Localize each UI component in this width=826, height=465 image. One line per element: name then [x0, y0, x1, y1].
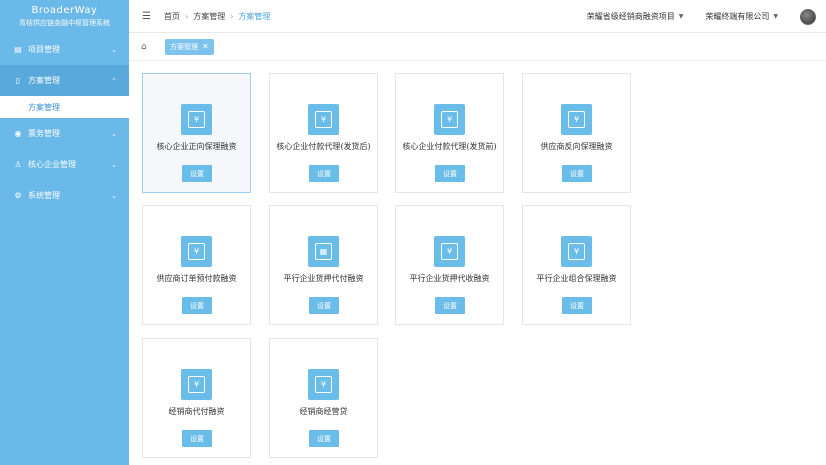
company-dropdown[interactable]: 荣耀终端有限公司 ▼: [705, 11, 778, 22]
company-dropdown-label: 荣耀终端有限公司: [705, 12, 770, 21]
sidebar-item-label: 核心企业管理: [28, 160, 76, 169]
sidebar-item-system[interactable]: ⚙ 系统管理 ⌄: [0, 180, 129, 211]
document-icon: ▯: [15, 76, 21, 85]
plan-card[interactable]: ¥ 平行企业组合保理融资 设置: [522, 205, 631, 325]
plan-card-title: 平行企业货押代付融资: [283, 274, 364, 283]
topbar-right: 荣耀省级经销商融资项目 ▼ 荣耀终端有限公司 ▼: [587, 0, 816, 33]
plan-card-title: 供应商订单预付款融资: [156, 274, 237, 283]
plan-card[interactable]: ¥ 核心企业正向保理融资 设置: [142, 73, 251, 193]
plan-card[interactable]: ¥ 核心企业付款代理(发货前) 设置: [395, 73, 504, 193]
settings-button[interactable]: 设置: [562, 297, 592, 314]
plan-card[interactable]: ▦ 平行企业货押代付融资 设置: [269, 205, 378, 325]
breadcrumb-separator: ›: [230, 11, 234, 21]
sidebar-subitem-plan[interactable]: 方案管理: [0, 96, 129, 118]
settings-button[interactable]: 设置: [182, 165, 212, 182]
sidebar-subitem-label: 方案管理: [28, 102, 60, 112]
settings-button[interactable]: 设置: [309, 430, 339, 447]
plan-card[interactable]: ¥ 经销商经营贷 设置: [269, 338, 378, 458]
sidebar-item-label: 系统管理: [28, 191, 60, 200]
settings-button[interactable]: 设置: [562, 165, 592, 182]
building-icon: ▦: [308, 236, 339, 267]
plan-card-title: 核心企业付款代理(发货后): [276, 142, 371, 151]
breadcrumb-current: 方案管理: [238, 11, 271, 21]
caret-down-icon: ▼: [773, 13, 778, 20]
sidebar-item-plan[interactable]: ▯ 方案管理 ⌃: [0, 65, 129, 96]
yuan-icon: ¥: [561, 104, 592, 135]
sidebar-item-label: 方案管理: [28, 76, 60, 85]
yuan-icon: ¥: [308, 104, 339, 135]
breadcrumb-separator: ›: [185, 11, 189, 21]
yuan-icon: ¥: [308, 369, 339, 400]
yuan-icon: ¥: [561, 236, 592, 267]
yuan-icon: ¥: [181, 104, 212, 135]
plan-card[interactable]: ¥ 供应商反向保理融资 设置: [522, 73, 631, 193]
yuan-icon: ¥: [434, 104, 465, 135]
plan-card[interactable]: ¥ 核心企业付款代理(发货后) 设置: [269, 73, 378, 193]
chevron-down-icon: ⌄: [111, 191, 117, 200]
users-icon: ♙: [14, 160, 22, 169]
plan-card[interactable]: ¥ 供应商订单预付款融资 设置: [142, 205, 251, 325]
settings-button[interactable]: 设置: [435, 165, 465, 182]
yuan-icon: ¥: [181, 236, 212, 267]
plan-card-title: 平行企业货押代收融资: [409, 274, 490, 283]
close-icon[interactable]: ✕: [202, 42, 209, 51]
avatar[interactable]: [800, 8, 816, 25]
brand-name: BroaderWay: [31, 5, 98, 16]
plan-card-title: 核心企业付款代理(发货前): [402, 142, 497, 151]
menu-fold-icon[interactable]: ☰: [142, 11, 156, 22]
yuan-icon: ¥: [181, 369, 212, 400]
settings-button[interactable]: 设置: [182, 430, 212, 447]
sidebar-item-project[interactable]: ▤ 项目管理 ⌄: [0, 34, 129, 65]
plan-card[interactable]: ¥ 经销商代付融资 设置: [142, 338, 251, 458]
chevron-down-icon: ⌄: [111, 129, 117, 138]
chevron-up-icon: ⌃: [111, 76, 117, 85]
breadcrumb-item[interactable]: 方案管理: [193, 11, 225, 22]
tag-plan-management[interactable]: 方案管理 ✕: [165, 38, 214, 55]
project-dropdown-label: 荣耀省级经销商融资项目: [586, 12, 675, 21]
settings-button[interactable]: 设置: [309, 297, 339, 314]
gear-icon: ⚙: [14, 191, 22, 200]
chevron-down-icon: ⌄: [111, 45, 117, 54]
settings-button[interactable]: 设置: [435, 297, 465, 314]
settings-button[interactable]: 设置: [309, 165, 339, 182]
yuan-icon: ¥: [434, 236, 465, 267]
brand-logo: BroaderWay 青桔供应链金融中枢管理系统: [0, 0, 129, 34]
list-icon: ▤: [14, 45, 22, 54]
sidebar-item-label: 票务管理: [28, 129, 60, 138]
topbar: ☰ 首页 › 方案管理 › 方案管理 荣耀省级经销商融资项目 ▼ 荣耀终端有限公…: [129, 0, 826, 33]
plan-card[interactable]: ¥ 平行企业货押代收融资 设置: [395, 205, 504, 325]
breadcrumb: 首页 › 方案管理 › 方案管理: [164, 11, 270, 22]
sidebar-item-ticket[interactable]: ◉ 票务管理 ⌄: [0, 118, 129, 149]
plan-card-title: 供应商反向保理融资: [540, 142, 613, 151]
tags-bar: ⌂ 方案管理 ✕: [129, 33, 826, 61]
plan-card-title: 经销商经营贷: [299, 407, 348, 416]
sidebar: BroaderWay 青桔供应链金融中枢管理系统 ▤ 项目管理 ⌄ ▯ 方案管理…: [0, 0, 129, 465]
breadcrumb-home[interactable]: 首页: [164, 11, 180, 22]
settings-button[interactable]: 设置: [182, 297, 212, 314]
plan-card-title: 平行企业组合保理融资: [536, 274, 617, 283]
home-icon[interactable]: ⌂: [141, 42, 155, 52]
ticket-icon: ◉: [14, 129, 22, 138]
tag-label: 方案管理: [170, 42, 198, 51]
chevron-down-icon: ⌄: [111, 160, 117, 169]
sidebar-item-label: 项目管理: [28, 45, 60, 54]
brand-subtitle: 青桔供应链金融中枢管理系统: [19, 19, 110, 27]
plan-card-title: 核心企业正向保理融资: [156, 142, 237, 151]
plan-card-title: 经销商代付融资: [168, 407, 225, 416]
project-dropdown[interactable]: 荣耀省级经销商融资项目 ▼: [587, 11, 684, 22]
caret-down-icon: ▼: [678, 13, 684, 20]
sidebar-item-core-enterprise[interactable]: ♙ 核心企业管理 ⌄: [0, 149, 129, 180]
